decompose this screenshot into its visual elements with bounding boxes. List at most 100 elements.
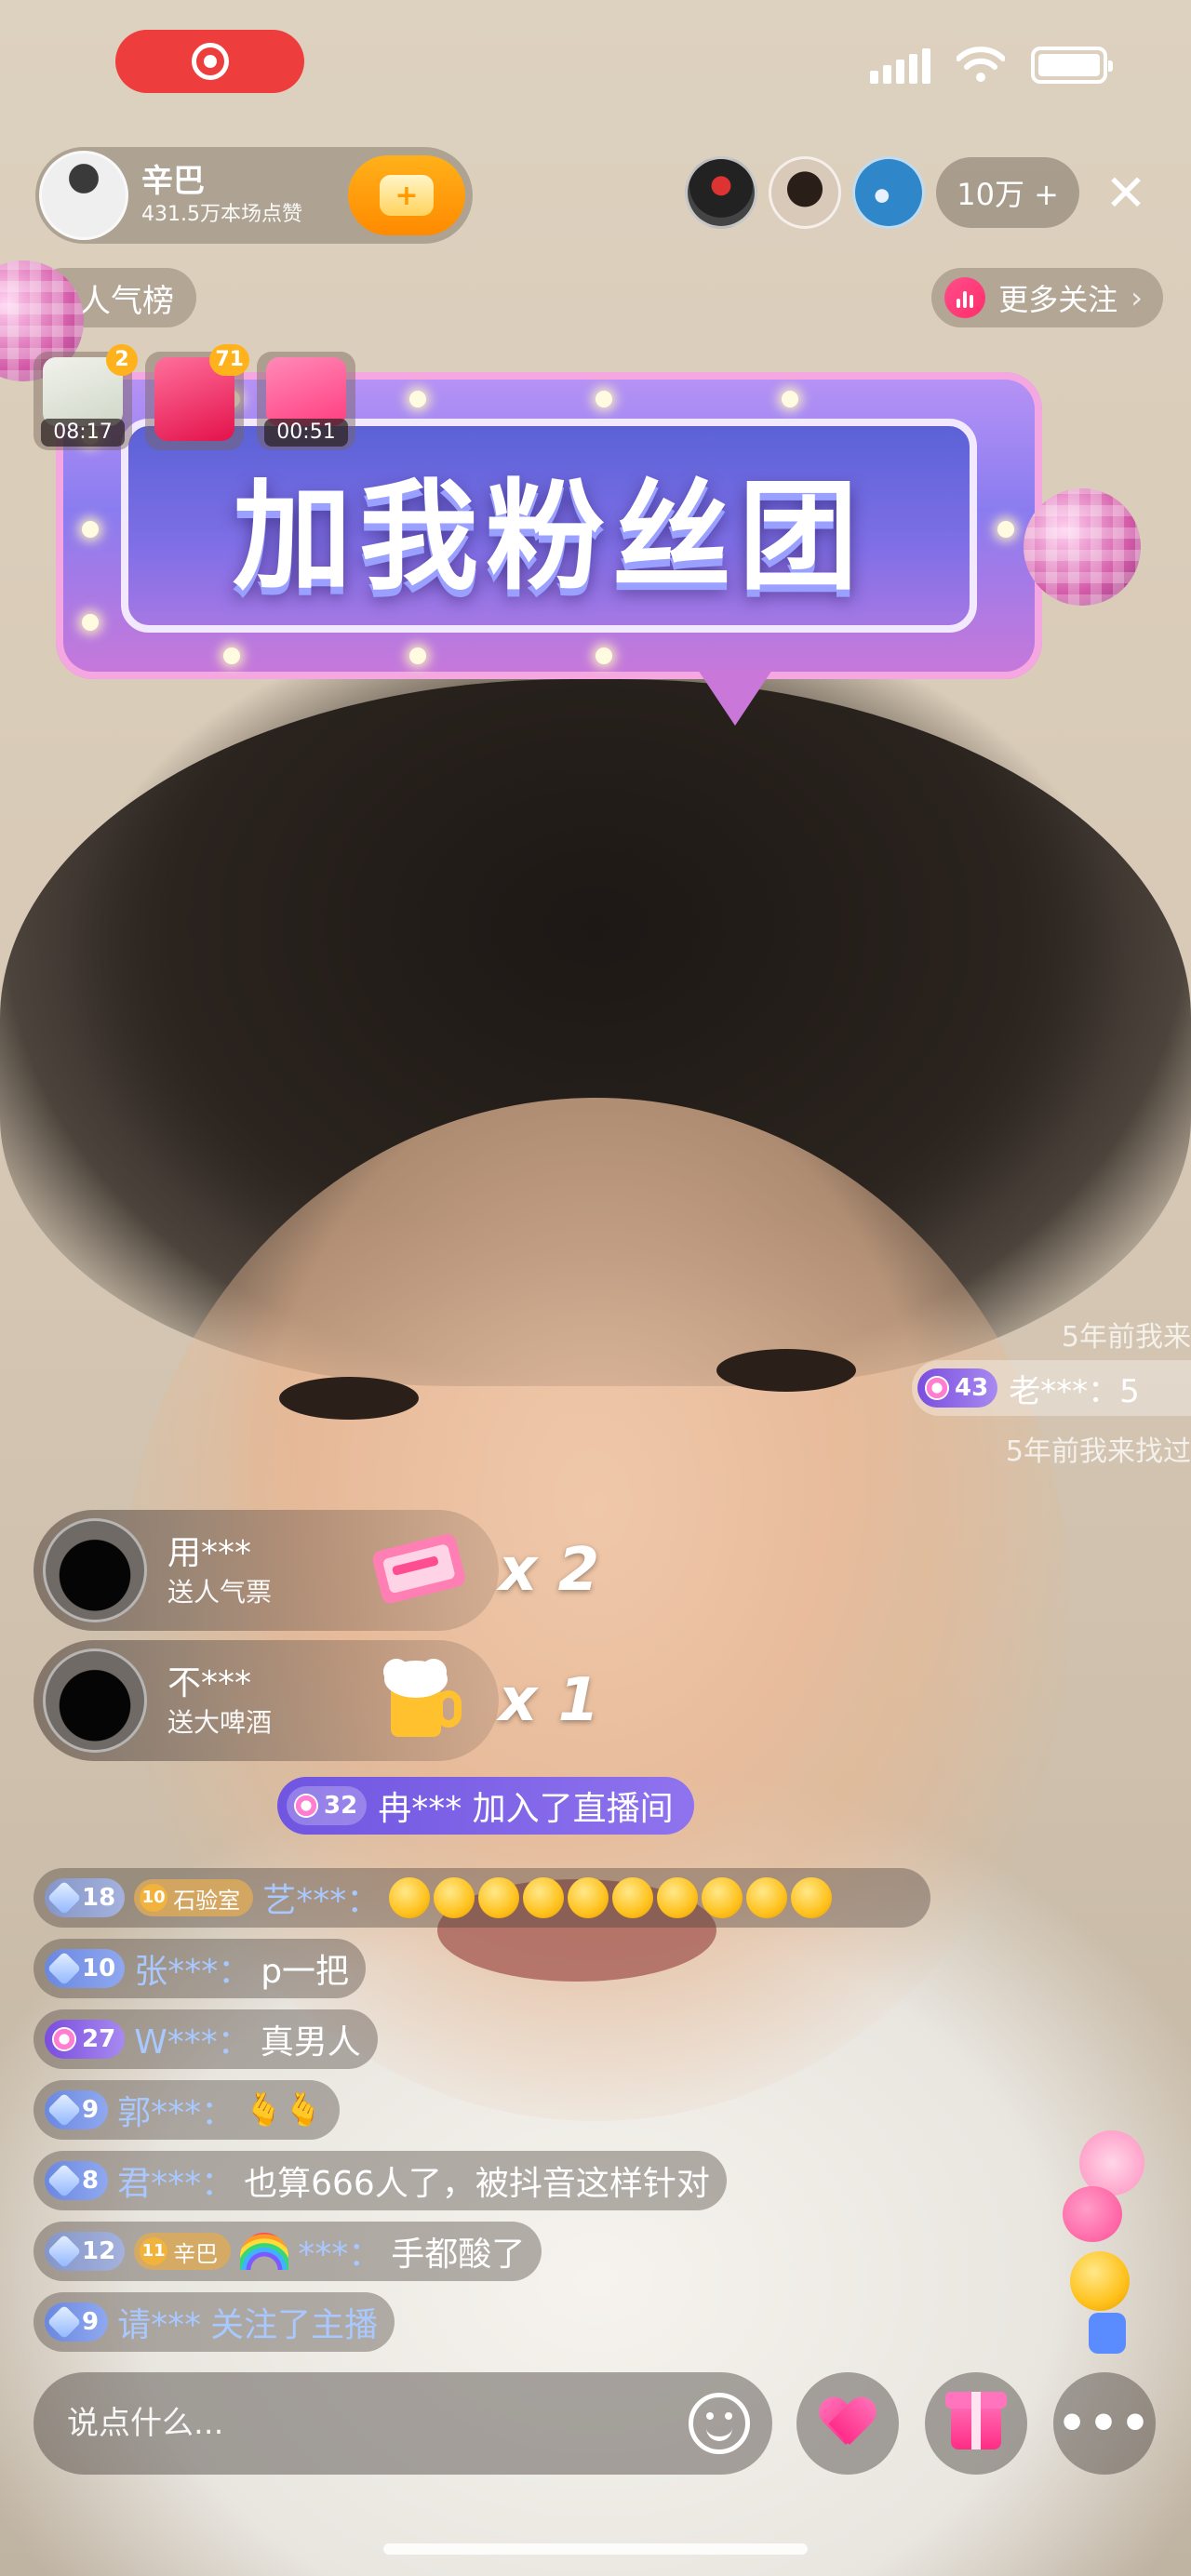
laughing-emoji-icon <box>1070 2251 1130 2311</box>
laughing-emoji-icon <box>434 1877 475 1918</box>
gifter-avatar[interactable] <box>43 1648 147 1753</box>
activity-tile-gift-bag[interactable]: 71 <box>145 344 249 450</box>
level-gem-icon <box>925 1376 949 1400</box>
streamer-eye <box>279 1377 419 1420</box>
chart-icon <box>944 277 986 318</box>
activity-tile-red-packet[interactable]: 2 08:17 <box>33 344 138 450</box>
gift-notification[interactable]: 用*** 送人气票 x 2 <box>33 1510 599 1631</box>
gift-text: 不*** 送大啤酒 <box>167 1662 272 1740</box>
more-button[interactable]: ••• <box>1053 2372 1156 2475</box>
light-bulb <box>596 647 612 664</box>
viewer-count[interactable]: 10万 + <box>936 157 1079 228</box>
laughing-emoji-row <box>389 1877 833 1918</box>
wifi-icon <box>957 47 1005 82</box>
light-bulb <box>596 391 612 407</box>
tile-badge: 71 <box>209 344 249 376</box>
gift-button[interactable] <box>925 2372 1027 2475</box>
side-comment-ghost: 5年前我来找过 <box>1005 1435 1191 1468</box>
home-indicator[interactable] <box>383 2543 808 2555</box>
level-gem-icon <box>47 2304 82 2340</box>
viewer-avatar[interactable] <box>852 156 926 229</box>
laughing-emoji-icon <box>478 1877 520 1918</box>
chat-message[interactable]: 18 10 石验室 艺***： <box>33 1868 930 1928</box>
gift-text: 用*** 送人气票 <box>167 1531 272 1609</box>
chat-text: 也算666人了，被抖音这样针对 <box>244 2165 710 2203</box>
comment-input[interactable] <box>67 2405 689 2442</box>
close-icon[interactable]: ✕ <box>1098 164 1154 222</box>
light-bulb <box>409 391 426 407</box>
heart-icon <box>1063 2186 1122 2242</box>
floating-reactions <box>1063 2130 1156 2354</box>
host-avatar[interactable] <box>39 151 128 240</box>
join-notice: 32 冉*** 加入了直播间 <box>277 1777 694 1835</box>
status-icons <box>870 47 1113 84</box>
light-bulb <box>782 391 798 407</box>
chat-text: 真男人 <box>260 2023 361 2062</box>
fan-club-title: 加我粉丝团 <box>232 467 865 607</box>
laughing-emoji-icon <box>389 1877 431 1918</box>
gift-icon <box>945 2392 1007 2449</box>
laughing-emoji-icon <box>746 1877 788 1918</box>
join-fan-club-button[interactable]: + <box>348 155 465 235</box>
viewer-avatar[interactable] <box>685 156 758 229</box>
laughing-emoji-icon <box>657 1877 699 1918</box>
banner-inner: 加我粉丝团 <box>121 419 977 633</box>
level-badge: 43 <box>917 1368 998 1408</box>
level-gem-icon <box>47 2163 82 2198</box>
light-bulb <box>82 521 99 538</box>
level-badge: 9 <box>45 2302 109 2342</box>
laughing-emoji-icon <box>612 1877 654 1918</box>
more-dots-icon: ••• <box>1057 2396 1152 2450</box>
disco-ball-icon <box>1024 488 1141 606</box>
chat-username: 郭***： <box>117 2094 235 2132</box>
level-badge: 32 <box>287 1786 368 1825</box>
gift-count: x 1 <box>499 1666 600 1735</box>
level-badge: 12 <box>45 2232 126 2271</box>
side-comment: 43 老***：5 <box>912 1360 1191 1416</box>
chat-message[interactable]: 8 君***： 也算666人了，被抖音这样针对 <box>33 2151 727 2210</box>
light-bulb <box>82 614 99 631</box>
host-card[interactable]: 辛巴 431.5万本场点赞 + <box>35 147 473 244</box>
chat-message[interactable]: 27 W***： 真男人 <box>33 2009 378 2069</box>
chat-message[interactable]: 10 张***： p一把 <box>33 1939 367 1998</box>
level-badge: 8 <box>45 2161 109 2200</box>
like-button[interactable] <box>796 2372 899 2475</box>
gifter-avatar[interactable] <box>43 1518 147 1622</box>
level-gem-icon <box>294 1794 318 1818</box>
chat-message[interactable]: 9 请*** 关注了主播 <box>33 2292 395 2352</box>
gift-description: 送大啤酒 <box>167 1707 273 1738</box>
chevron-right-icon: › <box>1131 280 1143 315</box>
viewer-avatar[interactable] <box>769 156 842 229</box>
light-bulb <box>223 647 240 664</box>
side-comment-text: 老***：5 <box>1009 1372 1140 1410</box>
tile-countdown: 08:17 <box>41 419 125 447</box>
chat-username: ***： <box>298 2236 382 2274</box>
level-gem-icon <box>47 2234 82 2269</box>
laughing-emoji-icon <box>523 1877 565 1918</box>
more-follow-button[interactable]: 更多关注 › <box>931 268 1163 327</box>
chat-message[interactable]: 12 11 辛巴 ***： 手都酸了 <box>33 2222 542 2281</box>
fan-club-tag: 10 石验室 <box>134 1879 254 1916</box>
level-badge: 18 <box>45 1878 126 1917</box>
screen-recording-indicator[interactable] <box>115 30 304 93</box>
light-bulb <box>409 647 426 664</box>
comment-input-bar[interactable] <box>33 2372 772 2475</box>
join-notice-text: 冉*** 加入了直播间 <box>378 1790 674 1828</box>
laughing-emoji-icon <box>791 1877 833 1918</box>
gift-description: 送人气票 <box>167 1577 273 1608</box>
signal-icon <box>870 47 930 84</box>
record-icon <box>191 43 229 80</box>
beer-icon <box>383 1659 462 1737</box>
chat-message[interactable]: 9 郭***： 🫰🫰 <box>33 2080 340 2140</box>
battery-icon <box>1031 47 1113 84</box>
gift-notification[interactable]: 不*** 送大啤酒 x 1 <box>33 1640 599 1761</box>
emoji-icon[interactable] <box>689 2393 750 2454</box>
activity-tile-lottery[interactable]: 00:51 <box>257 352 355 450</box>
rank-label: 人气榜 <box>79 282 174 320</box>
tile-countdown: 00:51 <box>264 419 348 447</box>
fan-club-tag: 11 辛巴 <box>134 2233 232 2270</box>
chat-username: 请*** <box>117 2306 202 2344</box>
chat-text: p一把 <box>261 1953 350 1991</box>
heart-hands-emoji-icon: 🫰🫰 <box>244 2091 323 2129</box>
heart-icon <box>820 2398 876 2449</box>
